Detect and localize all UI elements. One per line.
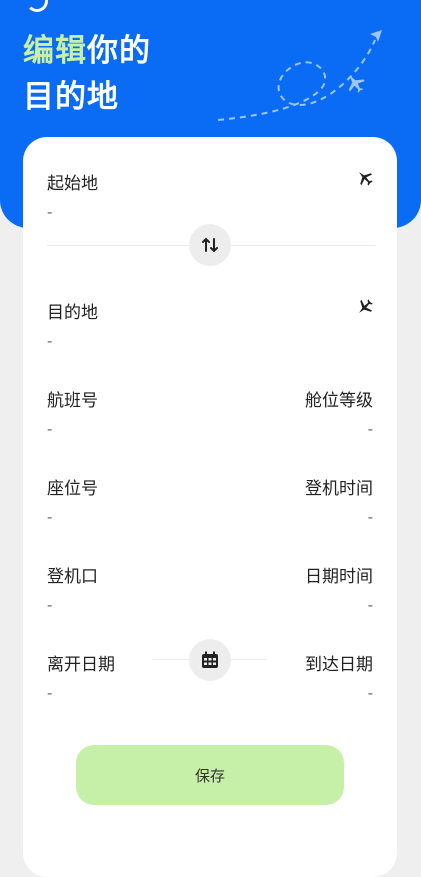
arrival-date-label: 到达日期 [305, 655, 373, 675]
calendar-button[interactable] [189, 639, 231, 681]
swap-icon [202, 237, 218, 253]
save-button[interactable]: 保存 [76, 745, 344, 805]
departure-date-label: 离开日期 [47, 655, 115, 675]
page-title-rest: 你的 [87, 33, 151, 69]
seat-number-value[interactable]: - [47, 508, 52, 526]
page-title: 编辑你的 目的地 [23, 28, 151, 120]
date-time-label: 日期时间 [305, 567, 373, 587]
page-title-line2: 目的地 [23, 79, 119, 115]
flight-number-label: 航班号 [47, 391, 98, 411]
boarding-time-value[interactable]: - [368, 508, 373, 526]
page-title-accent: 编辑 [23, 33, 87, 69]
origin-value[interactable]: - [47, 203, 52, 221]
flight-path-decoration [217, 30, 382, 121]
gate-label: 登机口 [47, 567, 98, 587]
landing-icon[interactable] [355, 297, 375, 317]
date-time-value[interactable]: - [368, 596, 373, 614]
destination-label: 目的地 [47, 303, 98, 323]
cabin-class-value[interactable]: - [368, 420, 373, 438]
takeoff-icon[interactable] [355, 168, 375, 188]
cabin-class-label: 舱位等级 [305, 391, 373, 411]
flight-number-value[interactable]: - [47, 420, 52, 438]
boarding-time-label: 登机时间 [305, 479, 373, 499]
calendar-icon [202, 651, 218, 668]
swap-button[interactable] [189, 224, 231, 266]
departure-date-value[interactable]: - [47, 684, 52, 702]
gate-value[interactable]: - [47, 596, 52, 614]
header-partial-glyph [26, 0, 48, 12]
seat-number-label: 座位号 [47, 479, 98, 499]
destination-value[interactable]: - [47, 332, 52, 350]
origin-label: 起始地 [47, 174, 98, 194]
arrival-date-value[interactable]: - [368, 684, 373, 702]
